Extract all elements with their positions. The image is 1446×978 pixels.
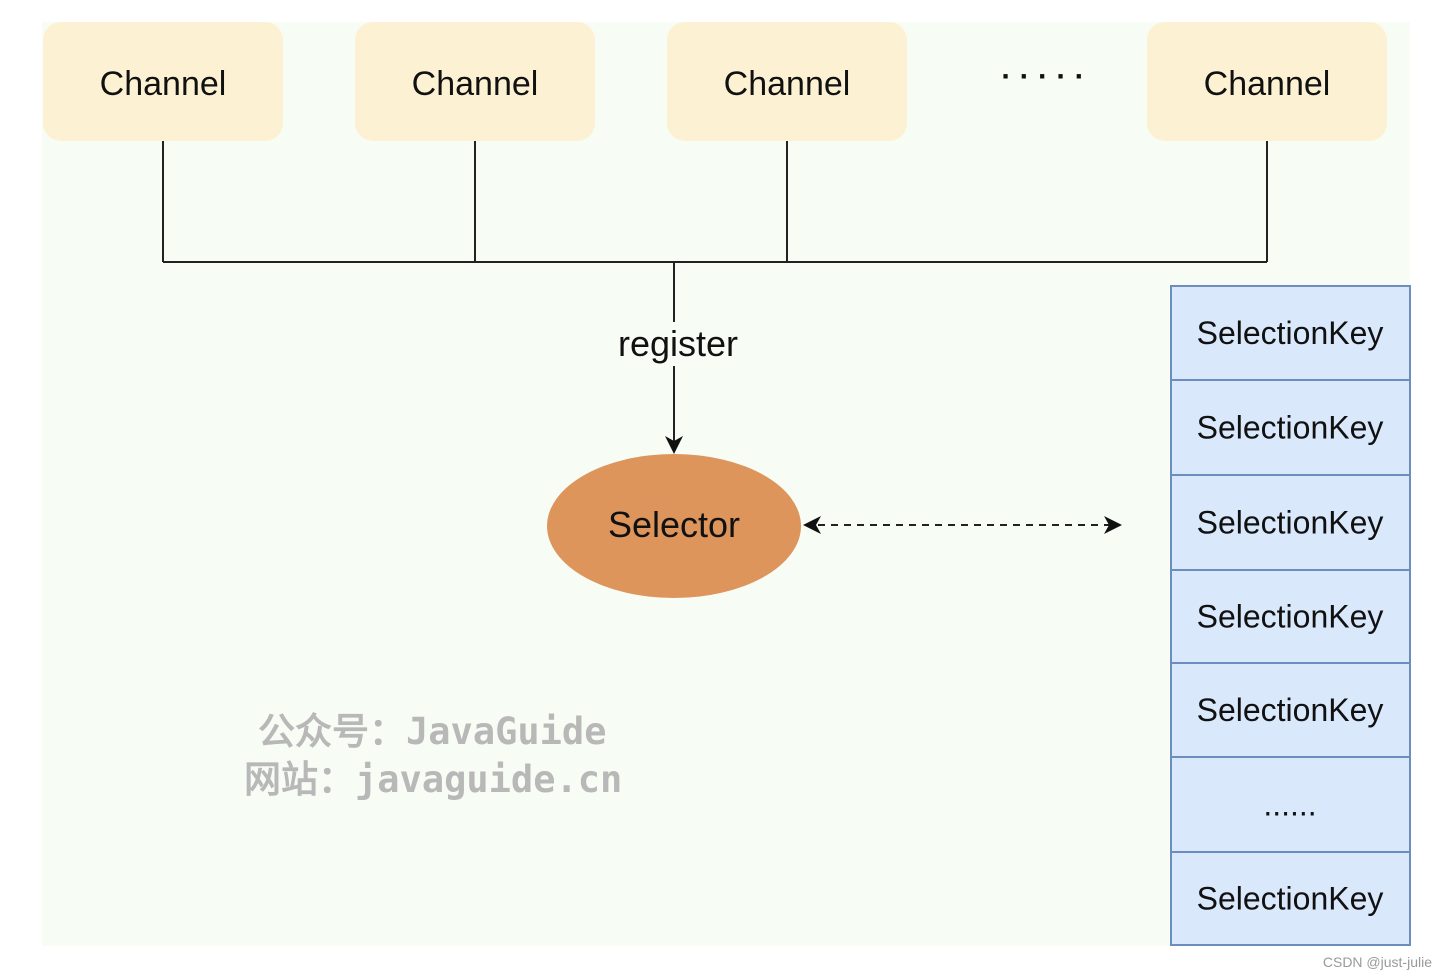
watermark-line2: 网站：javaguide.cn [244, 758, 622, 801]
selection-key-label: SelectionKey [1197, 599, 1384, 635]
selector-label: Selector [608, 504, 740, 545]
selection-key-column: SelectionKey SelectionKey SelectionKey Sele… [1170, 285, 1411, 946]
channel-label: Channel [412, 65, 539, 103]
channel-label: Channel [724, 65, 851, 103]
register-label: register [618, 323, 738, 364]
nio-selector-diagram: Channel Channel Channel Channel · · · · … [42, 22, 1411, 946]
selection-key-label: ...... [1263, 787, 1316, 823]
selection-key-label: SelectionKey [1197, 505, 1384, 541]
channel-ellipsis: · · · · · [1001, 60, 1084, 93]
credit-watermark: CSDN @just-julie [1322, 954, 1432, 970]
selection-key-label: SelectionKey [1197, 692, 1384, 728]
selection-key-label: SelectionKey [1197, 881, 1384, 917]
selection-key-label: SelectionKey [1197, 315, 1384, 351]
channel-label: Channel [1204, 65, 1331, 103]
selection-key-label: SelectionKey [1197, 410, 1384, 446]
watermark-line1: 公众号：JavaGuide [258, 710, 606, 753]
channel-boxes: Channel Channel Channel Channel · · · · … [43, 22, 1387, 141]
channel-label: Channel [100, 65, 227, 103]
